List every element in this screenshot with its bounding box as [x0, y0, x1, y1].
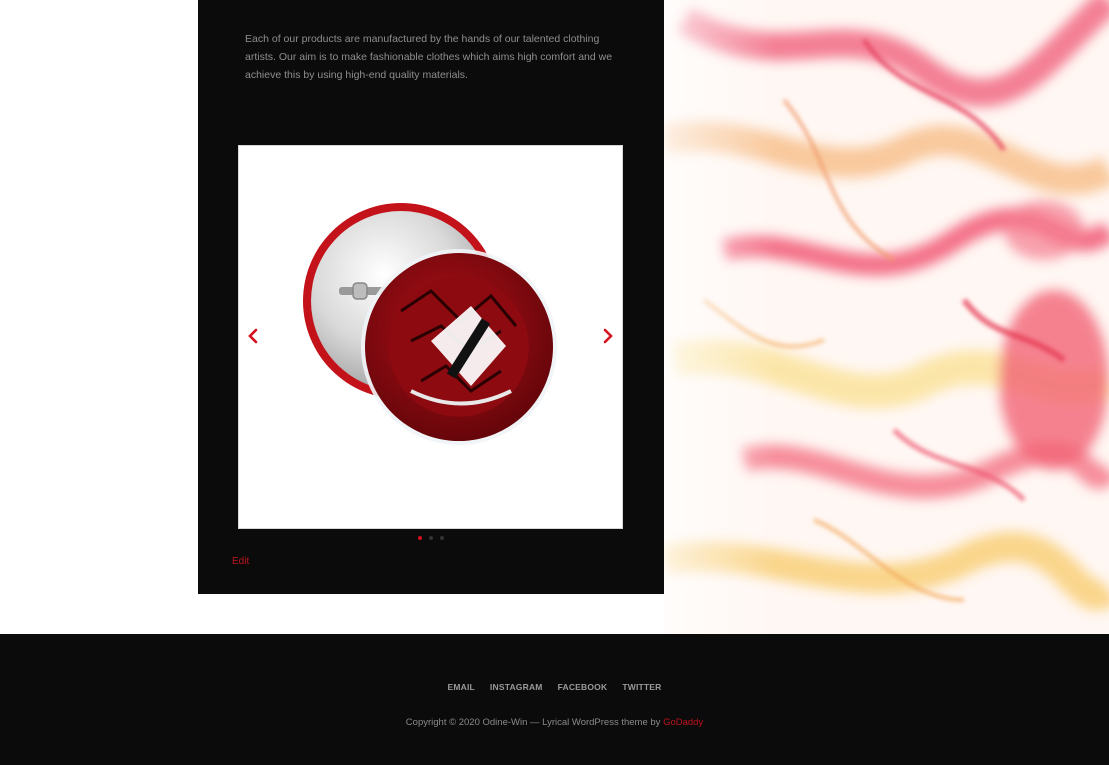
chevron-left-icon[interactable] [245, 326, 261, 346]
footer-link-twitter[interactable]: TWITTER [622, 682, 661, 692]
page: Each of our products are manufactured by… [0, 0, 1109, 765]
copyright: Copyright © 2020 Odine-Win — Lyrical Wor… [0, 717, 1109, 728]
chevron-right-icon[interactable] [600, 326, 616, 346]
smoke-background-image [664, 0, 1109, 634]
footer-link-facebook[interactable]: FACEBOOK [558, 682, 608, 692]
carousel-dot-1[interactable] [418, 536, 422, 540]
content-panel: Each of our products are manufactured by… [198, 0, 664, 594]
pin-button-image [303, 203, 557, 445]
edit-link[interactable]: Edit [232, 556, 249, 567]
footer-link-instagram[interactable]: INSTAGRAM [490, 682, 543, 692]
carousel-dot-3[interactable] [440, 536, 444, 540]
footer-nav: EMAIL INSTAGRAM FACEBOOK TWITTER [0, 682, 1109, 692]
carousel-dot-2[interactable] [429, 536, 433, 540]
footer-link-email[interactable]: EMAIL [447, 682, 474, 692]
godaddy-link[interactable]: GoDaddy [663, 717, 703, 728]
copyright-text: Copyright © 2020 Odine-Win — Lyrical Wor… [405, 717, 664, 728]
about-description: Each of our products are manufactured by… [245, 33, 613, 81]
carousel-pagination [198, 536, 664, 540]
product-carousel[interactable] [238, 145, 623, 529]
site-footer: EMAIL INSTAGRAM FACEBOOK TWITTER Copyrig… [0, 634, 1109, 765]
